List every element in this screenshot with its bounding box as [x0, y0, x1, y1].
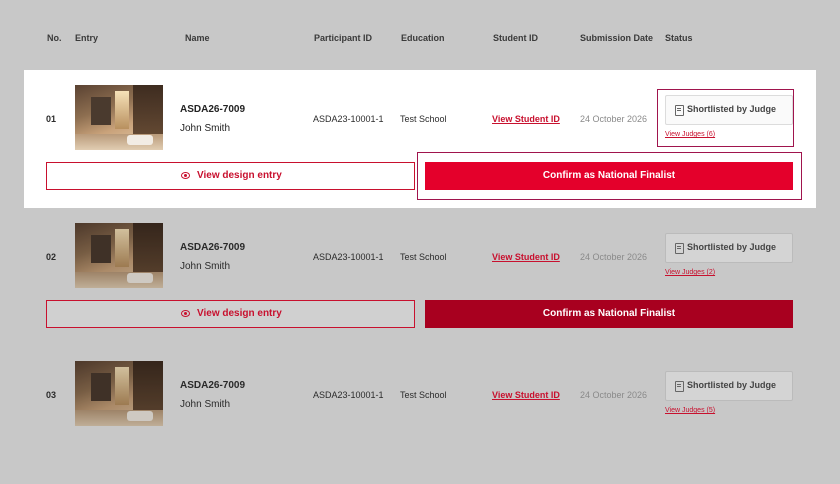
view-design-entry-label: View design entry — [197, 308, 282, 319]
entry-thumbnail[interactable] — [75, 361, 163, 426]
view-judges-link[interactable]: View Judges (2) — [665, 269, 715, 276]
confirm-national-finalist-button[interactable]: Confirm as National Finalist — [425, 300, 793, 328]
confirm-label: Confirm as National Finalist — [542, 308, 676, 319]
document-check-icon — [675, 381, 684, 392]
status-badge: Shortlisted by Judge — [665, 371, 793, 401]
entry-thumbnail[interactable] — [75, 85, 163, 150]
col-participant-id: Participant ID — [314, 33, 373, 43]
status-badge: Shortlisted by Judge — [665, 233, 793, 263]
table-row: 02 ASDA26-7009 John Smith ASDA23-10001-1… — [24, 208, 816, 346]
participant-id: ASDA23-10001-1 — [313, 114, 384, 124]
view-design-entry-button[interactable]: View design entry — [46, 300, 415, 328]
education: Test School — [400, 252, 447, 262]
entry-code: ASDA26-7009 — [180, 380, 246, 391]
col-student-id: Student ID — [493, 33, 538, 43]
col-status: Status — [665, 33, 693, 43]
document-check-icon — [675, 243, 684, 254]
table-row: 03 ASDA26-7009 John Smith ASDA23-10001-1… — [24, 346, 816, 484]
status-highlight-frame — [657, 89, 794, 147]
col-entry: Entry — [75, 33, 99, 43]
eye-icon — [181, 172, 190, 179]
status-label: Shortlisted by Judge — [687, 242, 777, 252]
participant-id: ASDA23-10001-1 — [313, 252, 384, 262]
education: Test School — [400, 114, 447, 124]
education: Test School — [400, 390, 447, 400]
col-submission-date: Submission Date — [580, 33, 654, 43]
entry-code: ASDA26-7009 — [180, 242, 246, 253]
view-student-id-link[interactable]: View Student ID — [492, 114, 560, 124]
status-label: Shortlisted by Judge — [687, 380, 777, 390]
submission-date: 24 October 2026 — [580, 390, 648, 400]
row-number: 01 — [46, 114, 57, 124]
view-student-id-link[interactable]: View Student ID — [492, 252, 560, 262]
table-header: No. Entry Name Participant ID Education … — [0, 0, 840, 70]
entry-code: ASDA26-7009 — [180, 104, 246, 115]
col-education: Education — [401, 33, 445, 43]
eye-icon — [181, 310, 190, 317]
submission-date: 24 October 2026 — [580, 252, 648, 262]
participant-id: ASDA23-10001-1 — [313, 390, 384, 400]
view-student-id-link[interactable]: View Student ID — [492, 390, 560, 400]
col-name: Name — [185, 33, 210, 43]
row-number: 03 — [46, 390, 57, 400]
view-design-entry-button[interactable]: View design entry — [46, 162, 415, 190]
participant-name: John Smith — [180, 261, 231, 272]
participant-name: John Smith — [180, 123, 231, 134]
col-no: No. — [47, 33, 62, 43]
participant-name: John Smith — [180, 399, 231, 410]
view-judges-link[interactable]: View Judges (5) — [665, 407, 715, 414]
confirm-highlight-frame — [417, 152, 802, 200]
table-row: 01 ASDA26-7009 John Smith ASDA23-10001-1… — [24, 70, 816, 208]
view-design-entry-label: View design entry — [197, 170, 282, 181]
submission-date: 24 October 2026 — [580, 114, 648, 124]
row-number: 02 — [46, 252, 57, 262]
entry-thumbnail[interactable] — [75, 223, 163, 288]
